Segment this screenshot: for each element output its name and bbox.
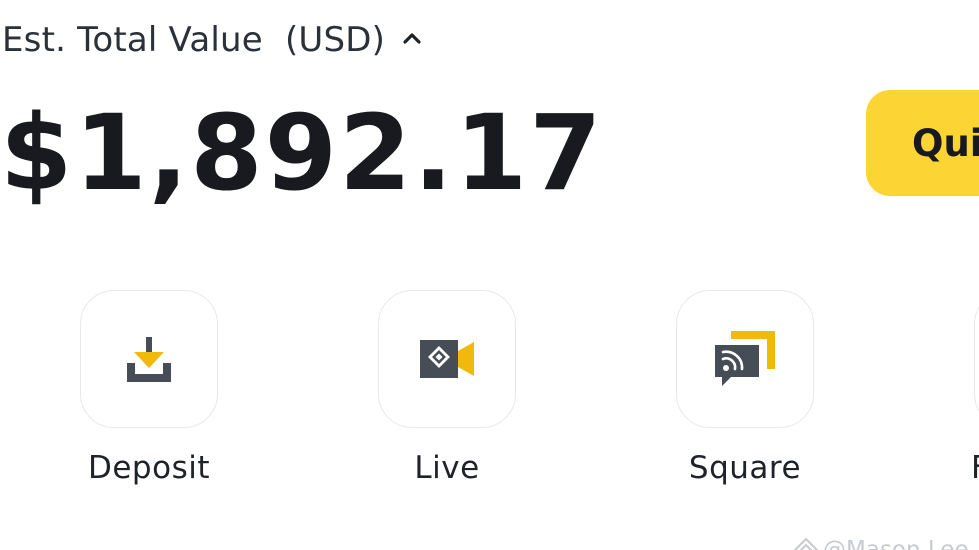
quick-actions: Deposit Live Square bbox=[0, 0, 979, 550]
deposit-tile[interactable] bbox=[80, 290, 218, 428]
feed-chat-icon bbox=[715, 331, 775, 386]
watermark: @Mason Lee bbox=[793, 537, 969, 550]
live-label: Live bbox=[414, 450, 480, 486]
diamond-logo-icon bbox=[793, 537, 819, 550]
square-label: Square bbox=[688, 450, 802, 486]
fourth-tile[interactable] bbox=[974, 290, 979, 428]
square-action[interactable]: Square bbox=[655, 290, 835, 486]
fourth-label: F bbox=[953, 450, 979, 486]
square-tile[interactable] bbox=[676, 290, 814, 428]
deposit-action[interactable]: Deposit bbox=[59, 290, 239, 486]
fourth-action[interactable]: F bbox=[953, 290, 979, 486]
video-camera-icon bbox=[420, 340, 474, 378]
wallet-overview: Est. Total Value (USD) $1,892.17 Quic De… bbox=[0, 0, 979, 550]
deposit-label: Deposit bbox=[87, 450, 210, 486]
live-tile[interactable] bbox=[378, 290, 516, 428]
live-action[interactable]: Live bbox=[357, 290, 537, 486]
download-tray-icon bbox=[127, 337, 171, 382]
watermark-text: @Mason Lee bbox=[823, 537, 969, 550]
